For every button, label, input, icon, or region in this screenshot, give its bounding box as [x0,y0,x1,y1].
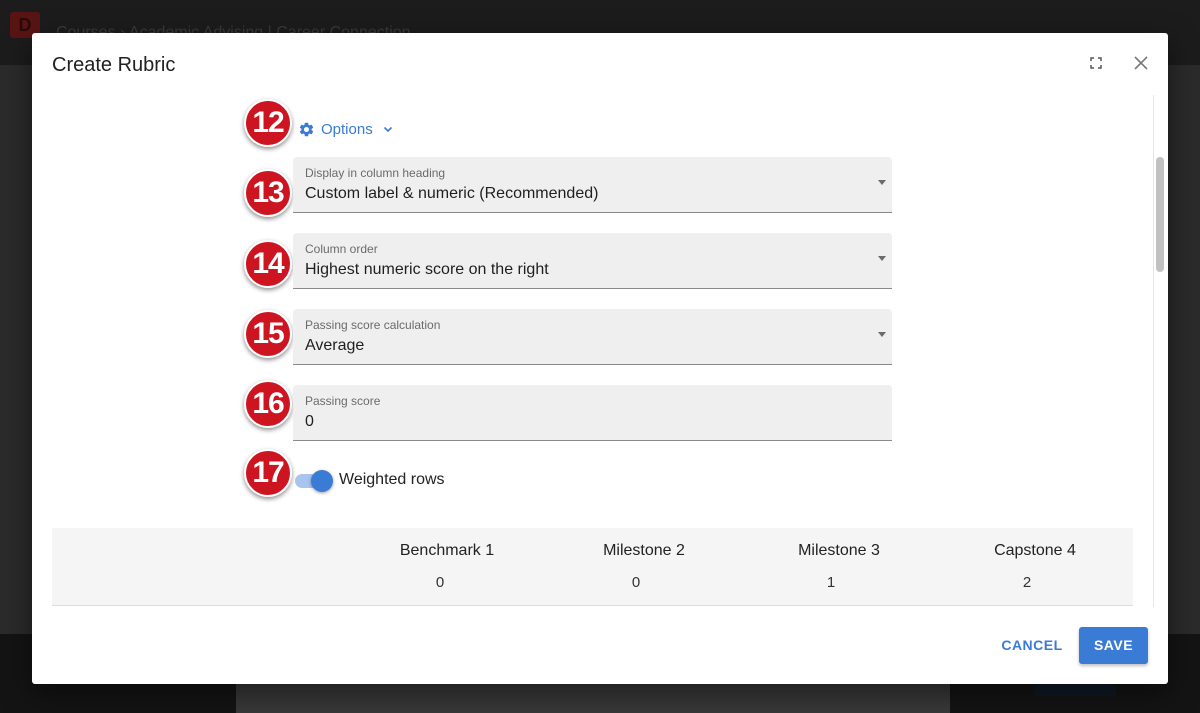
save-button[interactable]: SAVE [1079,627,1148,664]
step-badge: 13 [244,169,292,217]
field-label: Passing score [305,394,381,408]
background-button [1034,684,1116,696]
step-badge: 15 [244,310,292,358]
step-badge: 12 [244,99,292,147]
column-order-select[interactable]: Column order Highest numeric score on th… [293,233,892,289]
column-score: 1 [826,574,836,591]
column-score: 0 [631,574,641,591]
dialog-title: Create Rubric [52,54,176,76]
passing-calculation-select[interactable]: Passing score calculation Average [293,309,892,365]
fullscreen-icon[interactable] [1088,55,1104,71]
dropdown-caret-icon [878,332,886,337]
close-icon[interactable] [1131,53,1151,73]
gear-icon [299,122,314,136]
field-value: Custom label & numeric (Recommended) [305,185,599,202]
column-name: Benchmark 1 [399,542,495,559]
column-score: 2 [1022,574,1032,591]
weighted-rows-label: Weighted rows [339,471,445,488]
cancel-button[interactable]: CANCEL [992,627,1072,663]
toggle-knob [311,470,333,492]
field-label: Passing score calculation [305,318,441,332]
dropdown-caret-icon [878,256,886,261]
step-badge: 16 [244,380,292,428]
scrollbar[interactable] [1153,95,1165,607]
step-badge: 14 [244,240,292,288]
chevron-down-icon [383,126,392,133]
field-label: Display in column heading [305,166,446,180]
column-name: Milestone 3 [798,542,880,559]
display-heading-select[interactable]: Display in column heading Custom label &… [293,157,892,213]
passing-score-input[interactable]: Passing score 0 [293,385,892,441]
field-value: 0 [305,413,314,430]
column-score: 0 [435,574,445,591]
scrollbar-thumb[interactable] [1156,157,1164,272]
field-label: Column order [305,242,378,256]
field-value: Highest numeric score on the right [305,261,549,278]
scrollbar-track [1153,95,1154,607]
create-rubric-dialog: Create Rubric 12 13 14 15 16 17 Options … [32,33,1168,684]
rubric-table-header: Benchmark 1 0 Milestone 2 0 Milestone 3 … [52,528,1133,606]
column-name: Milestone 2 [603,542,685,559]
options-label: Options [321,120,373,138]
background-panel [236,684,950,713]
column-name: Capstone 4 [994,542,1076,559]
field-value: Average [305,337,365,354]
step-badge: 17 [244,449,292,497]
weighted-rows-toggle[interactable] [295,470,333,492]
dropdown-caret-icon [878,180,886,185]
options-toggle[interactable]: Options [298,119,394,139]
